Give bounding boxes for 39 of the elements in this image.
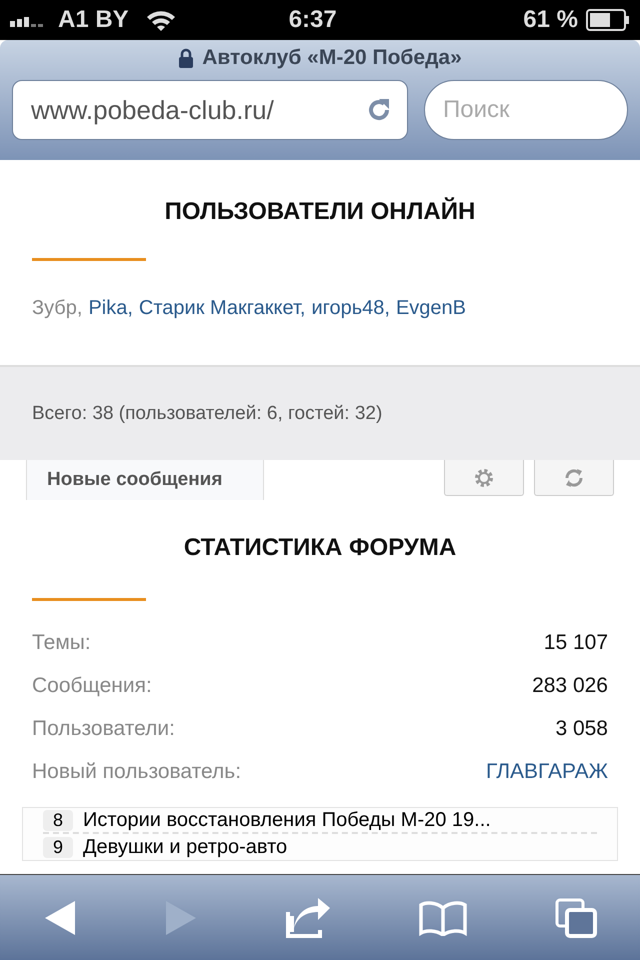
settings-icon[interactable]	[473, 466, 495, 488]
user-link[interactable]: игорь48,	[311, 297, 390, 320]
back-icon[interactable]	[43, 898, 78, 936]
stat-label: Темы:	[32, 630, 91, 654]
user-link[interactable]: ГЛАВГАРАЖ	[486, 760, 608, 784]
carrier: A1 BY	[58, 6, 129, 34]
section-title: ПОЛЬЗОВАТЕЛИ ОНЛАЙН	[164, 196, 476, 226]
user-name: Зубр,	[32, 297, 82, 320]
topic-title[interactable]: Истории восстановления Победы М-20 19...	[83, 808, 491, 832]
refresh-icon[interactable]	[563, 466, 585, 488]
tab[interactable]: Новые сообщения	[26, 460, 264, 500]
page-title: Автоклуб «М-20 Победа»	[202, 46, 462, 70]
user-link[interactable]: Pika,	[88, 297, 133, 320]
tabs-icon[interactable]	[554, 898, 597, 938]
address-field[interactable]: www.pobeda-club.ru/	[12, 80, 408, 140]
stat-value: 3 058	[555, 716, 608, 740]
stat-value: 15 107	[544, 630, 608, 654]
stat-value: 283 026	[532, 674, 608, 698]
forward-icon[interactable]	[164, 898, 198, 936]
share-icon[interactable]	[284, 898, 332, 938]
battery-icon	[586, 9, 630, 31]
user-link[interactable]: Старик Макгаккет,	[138, 297, 306, 320]
section-title: СТАТИСТИКА ФОРУМА	[182, 533, 458, 562]
stat-label: Пользователи:	[32, 716, 175, 740]
stat-label: Сообщения:	[32, 674, 152, 698]
topic-number: 8	[43, 810, 74, 830]
topic-number: 9	[43, 836, 74, 858]
battery-percent: 61 %	[523, 6, 578, 34]
total-online: Всего: 38 (пользователей: 6, гостей: 32)	[0, 365, 640, 460]
refresh-button[interactable]	[534, 460, 614, 496]
bookmarks-icon[interactable]	[418, 900, 468, 936]
clock: 6:37	[288, 6, 337, 34]
topic-title[interactable]: Девушки и ретро-авто	[83, 836, 288, 858]
search-field[interactable]: Поиск	[424, 80, 628, 140]
user-link[interactable]: EvgenB	[396, 297, 466, 320]
wifi-icon	[144, 9, 177, 31]
settings-button[interactable]	[444, 460, 524, 496]
lock-icon	[178, 48, 194, 68]
stat-label: Новый пользователь:	[32, 760, 242, 784]
